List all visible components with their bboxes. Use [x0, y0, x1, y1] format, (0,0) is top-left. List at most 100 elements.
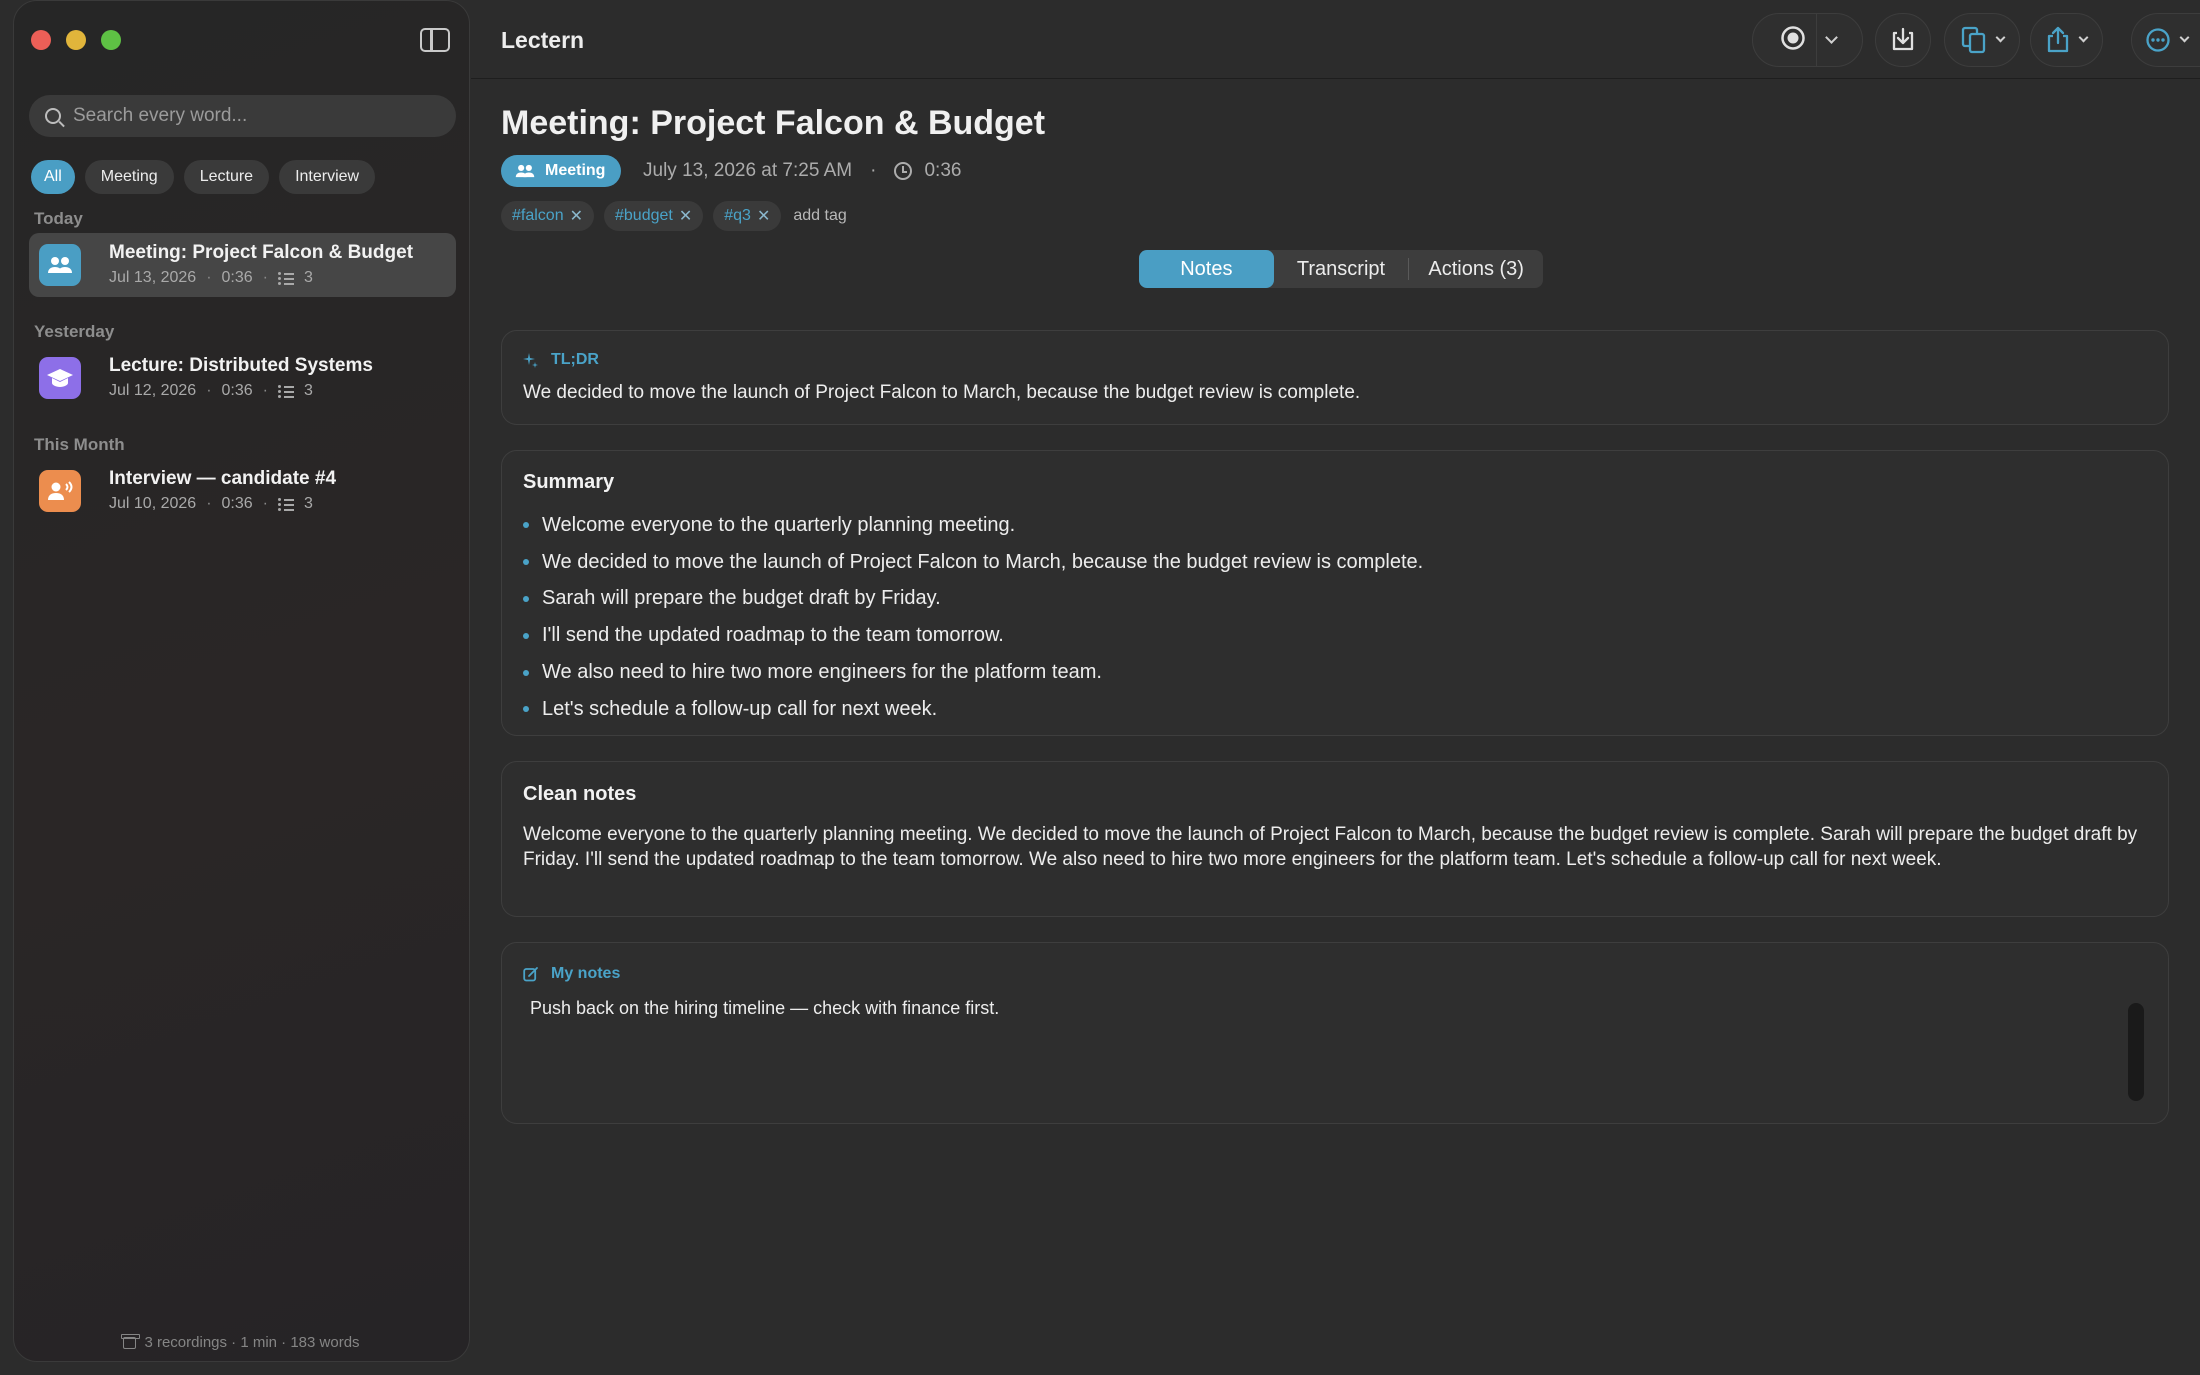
- recording-title: Meeting: Project Falcon & Budget: [109, 242, 414, 263]
- recording-item[interactable]: Interview — candidate #4 Jul 10, 2026 · …: [29, 459, 456, 523]
- search-field[interactable]: [29, 95, 456, 137]
- ellipsis-circle-icon: [2145, 28, 2170, 52]
- tldr-text: We decided to move the launch of Project…: [523, 382, 1361, 403]
- copy-document-icon: [1961, 26, 1985, 54]
- summary-item-text: Welcome everyone to the quarterly planni…: [542, 513, 1016, 536]
- copy-button[interactable]: [1944, 13, 2020, 67]
- zoom-window-button[interactable]: [101, 30, 121, 50]
- meta-separator: ·: [206, 495, 212, 512]
- recording-action-count: 3: [303, 495, 313, 512]
- bullet: [523, 632, 529, 639]
- recording-meta: Jul 12, 2026 · 0:36 · 3: [109, 382, 313, 400]
- tag-chip[interactable]: #falcon ✕: [501, 201, 594, 231]
- tag-label: #budget: [615, 207, 673, 224]
- bullet: [523, 706, 529, 713]
- chevron-down-icon: [2179, 32, 2189, 43]
- recording-title: Lecture: Distributed Systems: [109, 355, 373, 376]
- library-stats: 3 recordings · 1 min · 183 words: [144, 1334, 360, 1351]
- remove-tag-icon[interactable]: ✕: [679, 206, 692, 226]
- summary-item: I'll send the updated roadmap to the tea…: [523, 617, 1423, 654]
- summary-item-text: Let's schedule a follow-up call for next…: [542, 697, 938, 720]
- recording-duration: 0:36: [221, 495, 253, 512]
- my-notes-label: My notes: [551, 965, 621, 982]
- summary-card: Summary Welcome everyone to the quarterl…: [501, 450, 2169, 736]
- meta-separator: ·: [262, 269, 268, 286]
- clean-notes-text: Welcome everyone to the quarterly planni…: [523, 824, 2138, 870]
- recording-action-count: 3: [303, 382, 313, 399]
- archive-icon: [121, 1333, 141, 1349]
- group-label-yesterday: Yesterday: [34, 322, 115, 341]
- filter-interview[interactable]: Interview: [279, 160, 376, 194]
- tag-chip[interactable]: #q3 ✕: [713, 201, 782, 231]
- minimize-window-button[interactable]: [66, 30, 86, 50]
- my-notes-scrollbar[interactable]: [2128, 1003, 2144, 1101]
- tag-label: #q3: [724, 207, 751, 224]
- share-button[interactable]: [2030, 13, 2103, 67]
- tab-notes[interactable]: Notes: [1139, 250, 1274, 288]
- recording-item[interactable]: Meeting: Project Falcon & Budget Jul 13,…: [29, 233, 456, 297]
- type-badge: Meeting: [501, 155, 622, 187]
- filter-lecture[interactable]: Lecture: [183, 160, 270, 194]
- import-button[interactable]: [1875, 13, 1931, 67]
- sparkle-icon: [523, 353, 538, 368]
- clean-notes-card: Clean notes Welcome everyone to the quar…: [501, 761, 2169, 917]
- tldr-label: TL;DR: [551, 351, 599, 368]
- chevron-down-icon[interactable]: [1824, 31, 1838, 44]
- search-icon: [45, 108, 61, 124]
- app-title: Lectern: [501, 27, 585, 53]
- close-window-button[interactable]: [31, 30, 51, 50]
- tab-transcript[interactable]: Transcript: [1274, 250, 1409, 288]
- recording-duration: 0:36: [221, 269, 253, 286]
- my-notes-text[interactable]: Push back on the hiring timeline — check…: [530, 998, 999, 1019]
- recording-item[interactable]: Lecture: Distributed Systems Jul 12, 202…: [29, 346, 456, 410]
- clock-icon: [894, 162, 913, 180]
- sidebar-toggle-icon[interactable]: [420, 28, 450, 52]
- meta-separator: ·: [262, 495, 268, 512]
- meta-separator: ·: [262, 382, 268, 399]
- bullet: [523, 595, 529, 602]
- my-notes-card: My notes Push back on the hiring timelin…: [501, 942, 2169, 1124]
- checklist-icon: [277, 497, 294, 511]
- recording-date: Jul 13, 2026: [109, 269, 197, 286]
- document-datetime: July 13, 2026 at 7:25 AM: [643, 160, 853, 181]
- chevron-down-icon: [1995, 32, 2005, 43]
- app-window: All Meeting Lecture Interview Today Meet…: [0, 0, 2200, 1375]
- filter-all[interactable]: All: [31, 160, 75, 194]
- graduation-cap-icon: [39, 357, 81, 399]
- remove-tag-icon[interactable]: ✕: [757, 206, 770, 226]
- meta-separator: ·: [206, 269, 212, 286]
- tag-label: #falcon: [512, 207, 564, 224]
- download-tray-icon: [1892, 27, 1914, 51]
- bullet: [523, 522, 529, 529]
- header-divider: [471, 78, 2200, 79]
- tag-chip[interactable]: #budget ✕: [604, 201, 704, 231]
- recording-meta: Jul 10, 2026 · 0:36 · 3: [109, 495, 313, 513]
- search-input[interactable]: [73, 105, 433, 127]
- toolbar-separator: [1815, 13, 1817, 67]
- summary-item-text: Sarah will prepare the budget draft by F…: [542, 587, 941, 610]
- recording-title: Interview — candidate #4: [109, 468, 337, 489]
- summary-item-text: We decided to move the launch of Project…: [542, 550, 1424, 573]
- recording-date: Jul 12, 2026: [109, 382, 197, 399]
- people-icon: [39, 244, 81, 286]
- speaking-person-icon: [39, 470, 81, 512]
- share-icon: [2047, 26, 2069, 53]
- summary-heading: Summary: [523, 471, 615, 493]
- more-options-button[interactable]: [2131, 13, 2200, 67]
- type-badge-label: Meeting: [545, 162, 606, 179]
- add-tag-field[interactable]: add tag: [793, 207, 846, 225]
- tab-actions[interactable]: Actions (3): [1409, 250, 1543, 288]
- summary-item-text: I'll send the updated roadmap to the tea…: [542, 624, 1004, 647]
- filter-chips: All Meeting Lecture Interview: [31, 160, 376, 194]
- record-icon[interactable]: [1780, 25, 1806, 56]
- filter-meeting[interactable]: Meeting: [84, 160, 174, 194]
- bullet: [523, 559, 529, 566]
- remove-tag-icon[interactable]: ✕: [570, 206, 583, 226]
- recording-date: Jul 10, 2026: [109, 495, 197, 512]
- group-label-this-month: This Month: [34, 435, 125, 454]
- summary-item: We also need to hire two more engineers …: [523, 654, 1423, 691]
- sidebar-footer: 3 recordings · 1 min · 183 words: [14, 1333, 469, 1351]
- summary-list: Welcome everyone to the quarterly planni…: [523, 507, 1423, 728]
- summary-item: Welcome everyone to the quarterly planni…: [523, 507, 1423, 544]
- record-button-group: [1752, 13, 1863, 67]
